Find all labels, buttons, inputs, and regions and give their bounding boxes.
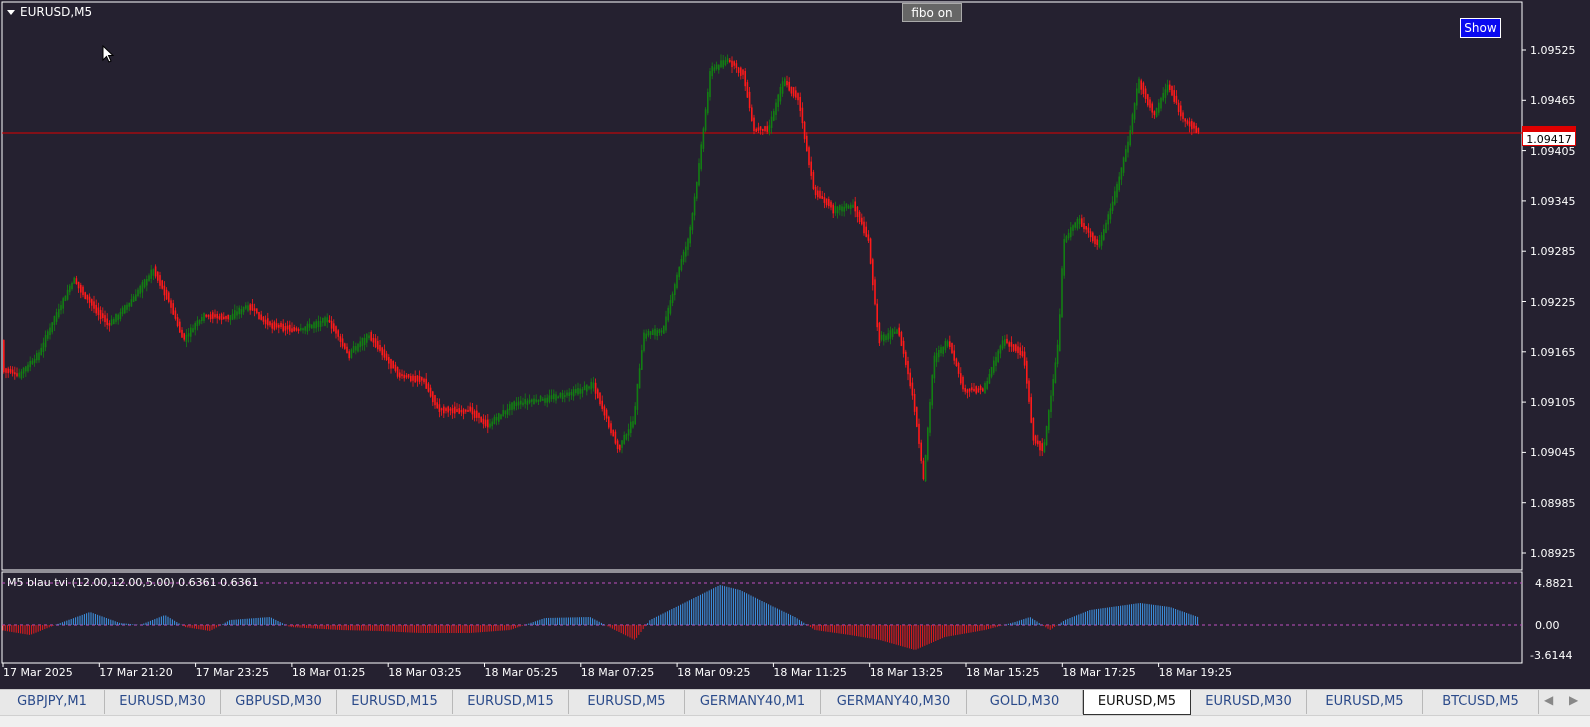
tab-eurusd-m5[interactable]: EURUSD,M5 xyxy=(1083,690,1191,715)
tab-eurusd-m30[interactable]: EURUSD,M30 xyxy=(105,690,221,714)
tab-eurusd-m5[interactable]: EURUSD,M5 xyxy=(569,690,685,714)
tab-eurusd-m15[interactable]: EURUSD,M15 xyxy=(337,690,453,714)
tab-gbpusd-m30[interactable]: GBPUSD,M30 xyxy=(221,690,337,714)
time-axis-label: 18 Mar 13:25 xyxy=(869,666,944,679)
time-axis-label: 18 Mar 17:25 xyxy=(1062,666,1136,679)
price-axis-label: 1.09285 xyxy=(1530,245,1576,259)
show-button[interactable]: Show xyxy=(1460,18,1501,38)
price-axis-label: 1.08985 xyxy=(1530,496,1576,510)
tab-scroll-right-icon[interactable]: ▶ xyxy=(1569,693,1578,707)
main-chart-frame xyxy=(1,1,1523,571)
tab-germany40-m30[interactable]: GERMANY40,M30 xyxy=(821,690,967,714)
chart-tab-bar: GBPJPY,M1 EURUSD,M30 GBPUSD,M30 EURUSD,M15 E… xyxy=(0,689,1590,716)
time-axis-label: 18 Mar 19:25 xyxy=(1158,666,1233,679)
price-axis-label: 1.09525 xyxy=(1530,44,1576,57)
tab-gbpjpy-m1[interactable]: GBPJPY,M1 xyxy=(0,690,105,714)
tab-scroll-left-icon[interactable]: ◀ xyxy=(1544,693,1553,707)
time-axis-label: 18 Mar 05:25 xyxy=(484,666,558,679)
tab-gold-m30[interactable]: GOLD,M30 xyxy=(967,690,1083,714)
terminal-window: EURUSD,M5 fibo on Show M5 blau tvi (12.0… xyxy=(0,0,1590,727)
time-axis-label: 17 Mar 23:25 xyxy=(195,666,270,679)
price-axis-label: 1.09165 xyxy=(1530,345,1576,359)
fibo-toggle-button[interactable]: fibo on xyxy=(902,3,962,22)
collapse-triangle-icon[interactable] xyxy=(7,10,15,15)
time-axis-label: 18 Mar 11:25 xyxy=(773,666,847,679)
time-axis-label: 18 Mar 07:25 xyxy=(580,666,655,679)
tab-eurusd-m30[interactable]: EURUSD,M30 xyxy=(1191,690,1307,714)
status-strip xyxy=(0,715,1590,727)
price-axis-label: 1.09345 xyxy=(1530,194,1576,208)
indicator-upper-label: 4.8821 xyxy=(1535,577,1574,590)
price-axis-label: 1.09105 xyxy=(1530,396,1576,410)
tab-eurusd-m5[interactable]: EURUSD,M5 xyxy=(1307,690,1423,714)
chart-title-text: EURUSD,M5 xyxy=(20,5,93,19)
time-axis-label: 17 Mar 2025 xyxy=(3,666,73,679)
tab-btcusd-m5[interactable]: BTCUSD,M5 xyxy=(1423,690,1539,714)
price-axis-label: 1.09225 xyxy=(1530,295,1576,309)
price-axis-label: 1.09045 xyxy=(1530,446,1576,460)
mouse-cursor-icon xyxy=(102,45,115,63)
tab-germany40-m1[interactable]: GERMANY40,M1 xyxy=(685,690,821,714)
time-axis-label: 18 Mar 01:25 xyxy=(291,666,366,679)
time-axis-label: 18 Mar 03:25 xyxy=(388,666,462,679)
indicator-lower-label: -3.6144 xyxy=(1530,649,1573,662)
tab-eurusd-m15[interactable]: EURUSD,M15 xyxy=(453,690,569,714)
indicator-label: M5 blau tvi (12.00,12.00,5.00) 0.6361 0.… xyxy=(7,576,259,589)
time-axis-label: 18 Mar 15:25 xyxy=(966,666,1040,679)
chart-symbol-title[interactable]: EURUSD,M5 xyxy=(7,5,92,19)
time-axis-label: 17 Mar 21:20 xyxy=(99,666,173,679)
price-axis-label: 1.09465 xyxy=(1530,94,1576,108)
price-axis-label: 1.08925 xyxy=(1530,547,1576,560)
time-axis-label: 18 Mar 09:25 xyxy=(677,666,751,679)
indicator-zero-label: 0.00 xyxy=(1535,619,1560,632)
current-price-label: 1.09417 xyxy=(1522,131,1576,146)
